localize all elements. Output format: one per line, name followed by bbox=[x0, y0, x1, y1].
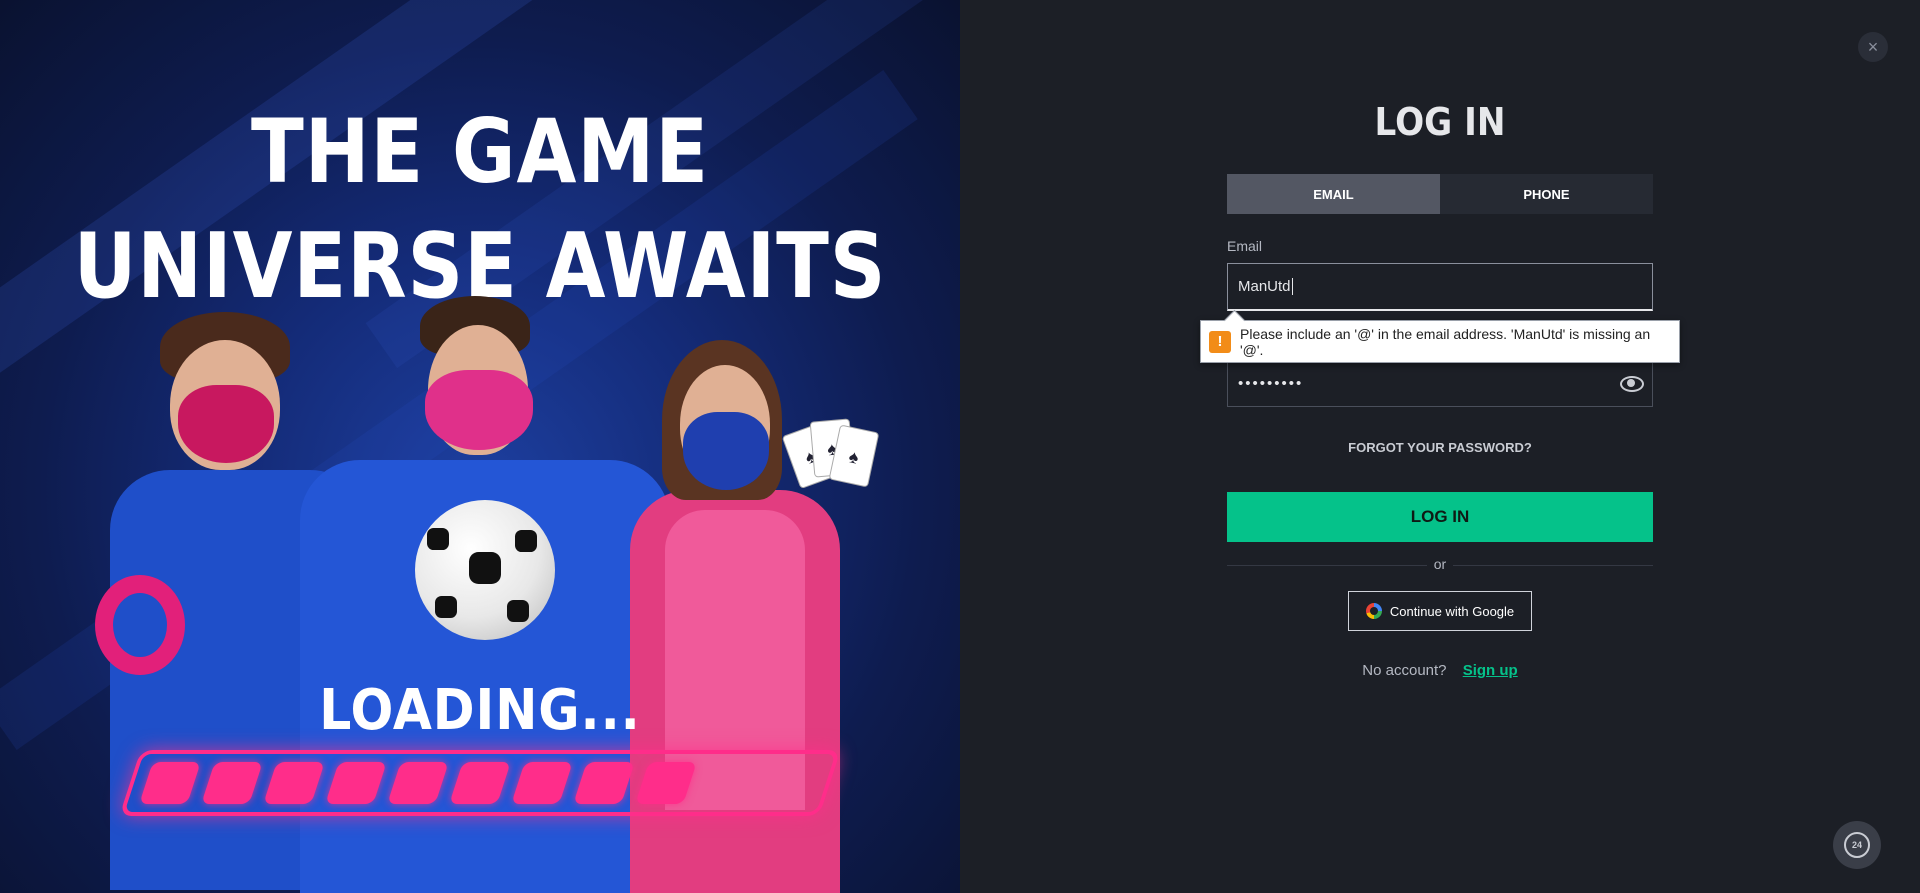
login-button[interactable]: LOG IN bbox=[1227, 492, 1653, 542]
password-field[interactable]: ••••••••• bbox=[1227, 359, 1653, 407]
progress-segment bbox=[325, 762, 387, 804]
google-login-button[interactable]: Continue with Google bbox=[1348, 591, 1532, 631]
support-chat-button[interactable]: 24 bbox=[1833, 821, 1881, 869]
signup-link[interactable]: Sign up bbox=[1463, 662, 1518, 679]
progress-segment bbox=[139, 762, 201, 804]
login-method-tabs: EMAIL PHONE bbox=[1227, 174, 1653, 214]
progress-segment bbox=[387, 762, 449, 804]
promo-banner: THE GAME UNIVERSE AWAITS ♠ ♠ ♠ LOADING..… bbox=[0, 0, 960, 893]
progress-segment bbox=[573, 762, 635, 804]
progress-segment bbox=[263, 762, 325, 804]
loading-progress-bar bbox=[119, 750, 841, 816]
tab-phone[interactable]: PHONE bbox=[1440, 174, 1653, 214]
password-masked-value: ••••••••• bbox=[1238, 374, 1304, 392]
close-button[interactable]: × bbox=[1858, 32, 1888, 62]
google-icon bbox=[1365, 603, 1382, 619]
login-title: LOG IN bbox=[1374, 100, 1506, 144]
signup-row: No account? Sign up bbox=[1227, 662, 1653, 679]
progress-segment bbox=[201, 762, 263, 804]
tab-email[interactable]: EMAIL bbox=[1227, 174, 1440, 214]
support-24-icon: 24 bbox=[1844, 832, 1870, 858]
no-account-text: No account? bbox=[1362, 662, 1447, 679]
google-button-label: Continue with Google bbox=[1389, 603, 1515, 619]
validation-message: Please include an '@' in the email addre… bbox=[1240, 325, 1651, 358]
email-validation-tooltip: ! Please include an '@' in the email add… bbox=[1200, 320, 1680, 363]
promo-headline-line1: THE GAME bbox=[250, 100, 709, 203]
eye-icon[interactable] bbox=[1620, 376, 1644, 392]
progress-segment bbox=[511, 762, 573, 804]
divider-or-text: or bbox=[1427, 556, 1453, 572]
progress-segment bbox=[635, 762, 697, 804]
headphones-image bbox=[95, 575, 185, 675]
email-field[interactable]: ManUtd bbox=[1227, 263, 1653, 311]
email-value: ManUtd bbox=[1238, 278, 1291, 295]
forgot-password-link[interactable]: FORGOT YOUR PASSWORD? bbox=[1227, 440, 1653, 455]
close-icon: × bbox=[1867, 37, 1879, 57]
support-icon-text: 24 bbox=[1851, 840, 1862, 850]
soccer-ball-image bbox=[415, 500, 555, 640]
text-caret bbox=[1291, 278, 1293, 295]
progress-segment bbox=[449, 762, 511, 804]
loading-text: LOADING... bbox=[319, 678, 641, 743]
warning-icon: ! bbox=[1209, 330, 1231, 353]
email-label: Email bbox=[1227, 238, 1263, 254]
